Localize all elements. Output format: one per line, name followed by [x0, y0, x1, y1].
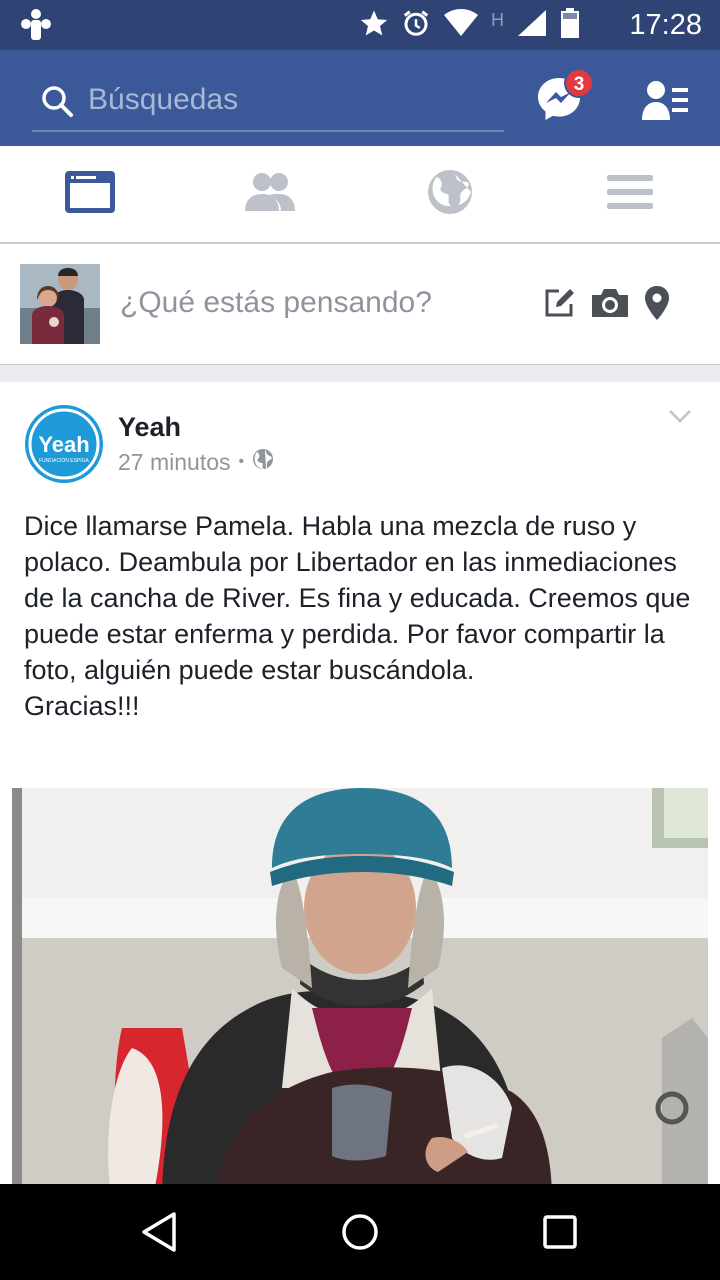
- tab-friends[interactable]: [180, 146, 360, 242]
- post-photo[interactable]: [12, 788, 708, 1202]
- edit-icon[interactable]: [544, 287, 576, 324]
- network-type-label: H: [491, 9, 504, 30]
- status-bar: H 17:28: [0, 0, 720, 50]
- tab-menu[interactable]: [540, 146, 720, 242]
- search-input[interactable]: [88, 80, 488, 120]
- android-nav-bar: [0, 1184, 720, 1280]
- alarm-icon: [401, 8, 431, 43]
- meta-separator: •: [238, 453, 245, 470]
- globe-icon: [427, 169, 473, 220]
- recents-icon[interactable]: [538, 1210, 582, 1254]
- page-logo[interactable]: Yeah FUNDACIÓN ESPIGA: [24, 404, 104, 484]
- logo-text: Yeah: [38, 432, 89, 457]
- post-body: Dice llamarse Pamela. Habla una mezcla d…: [24, 511, 691, 721]
- tab-bar: [0, 146, 720, 244]
- menu-icon: [607, 173, 653, 216]
- tab-notifications[interactable]: [360, 146, 540, 242]
- home-icon[interactable]: [338, 1210, 382, 1254]
- public-globe-icon: [252, 448, 274, 476]
- post-meta: 27 minutos •: [118, 448, 274, 476]
- signal-icon: [516, 8, 548, 43]
- post-author[interactable]: Yeah: [118, 412, 181, 443]
- wifi-icon: [443, 8, 479, 43]
- composer-prompt[interactable]: ¿Qué estás pensando?: [120, 286, 432, 320]
- search-bar[interactable]: [32, 78, 504, 132]
- app-notification-icon: [20, 8, 52, 42]
- status-time: 17:28: [629, 9, 702, 41]
- app-header: 3: [0, 50, 720, 146]
- avatar[interactable]: [20, 264, 100, 344]
- camera-icon[interactable]: [590, 287, 630, 324]
- friends-icon: [245, 172, 295, 216]
- news-feed-icon: [65, 170, 115, 218]
- star-icon: [359, 8, 389, 43]
- logo-subtext: FUNDACIÓN ESPIGA: [39, 457, 89, 464]
- friend-requests-icon[interactable]: [642, 80, 690, 120]
- tab-news-feed[interactable]: [0, 146, 180, 242]
- battery-icon: [560, 7, 580, 43]
- post-time[interactable]: 27 minutos: [118, 449, 231, 476]
- messenger-badge: 3: [564, 68, 594, 98]
- feed-post: Yeah FUNDACIÓN ESPIGA Yeah 27 minutos • …: [0, 382, 720, 1202]
- location-pin-icon[interactable]: [644, 286, 670, 325]
- status-composer: ¿Qué estás pensando?: [0, 244, 720, 365]
- back-icon[interactable]: [138, 1210, 182, 1254]
- post-options-chevron-icon[interactable]: [668, 408, 692, 429]
